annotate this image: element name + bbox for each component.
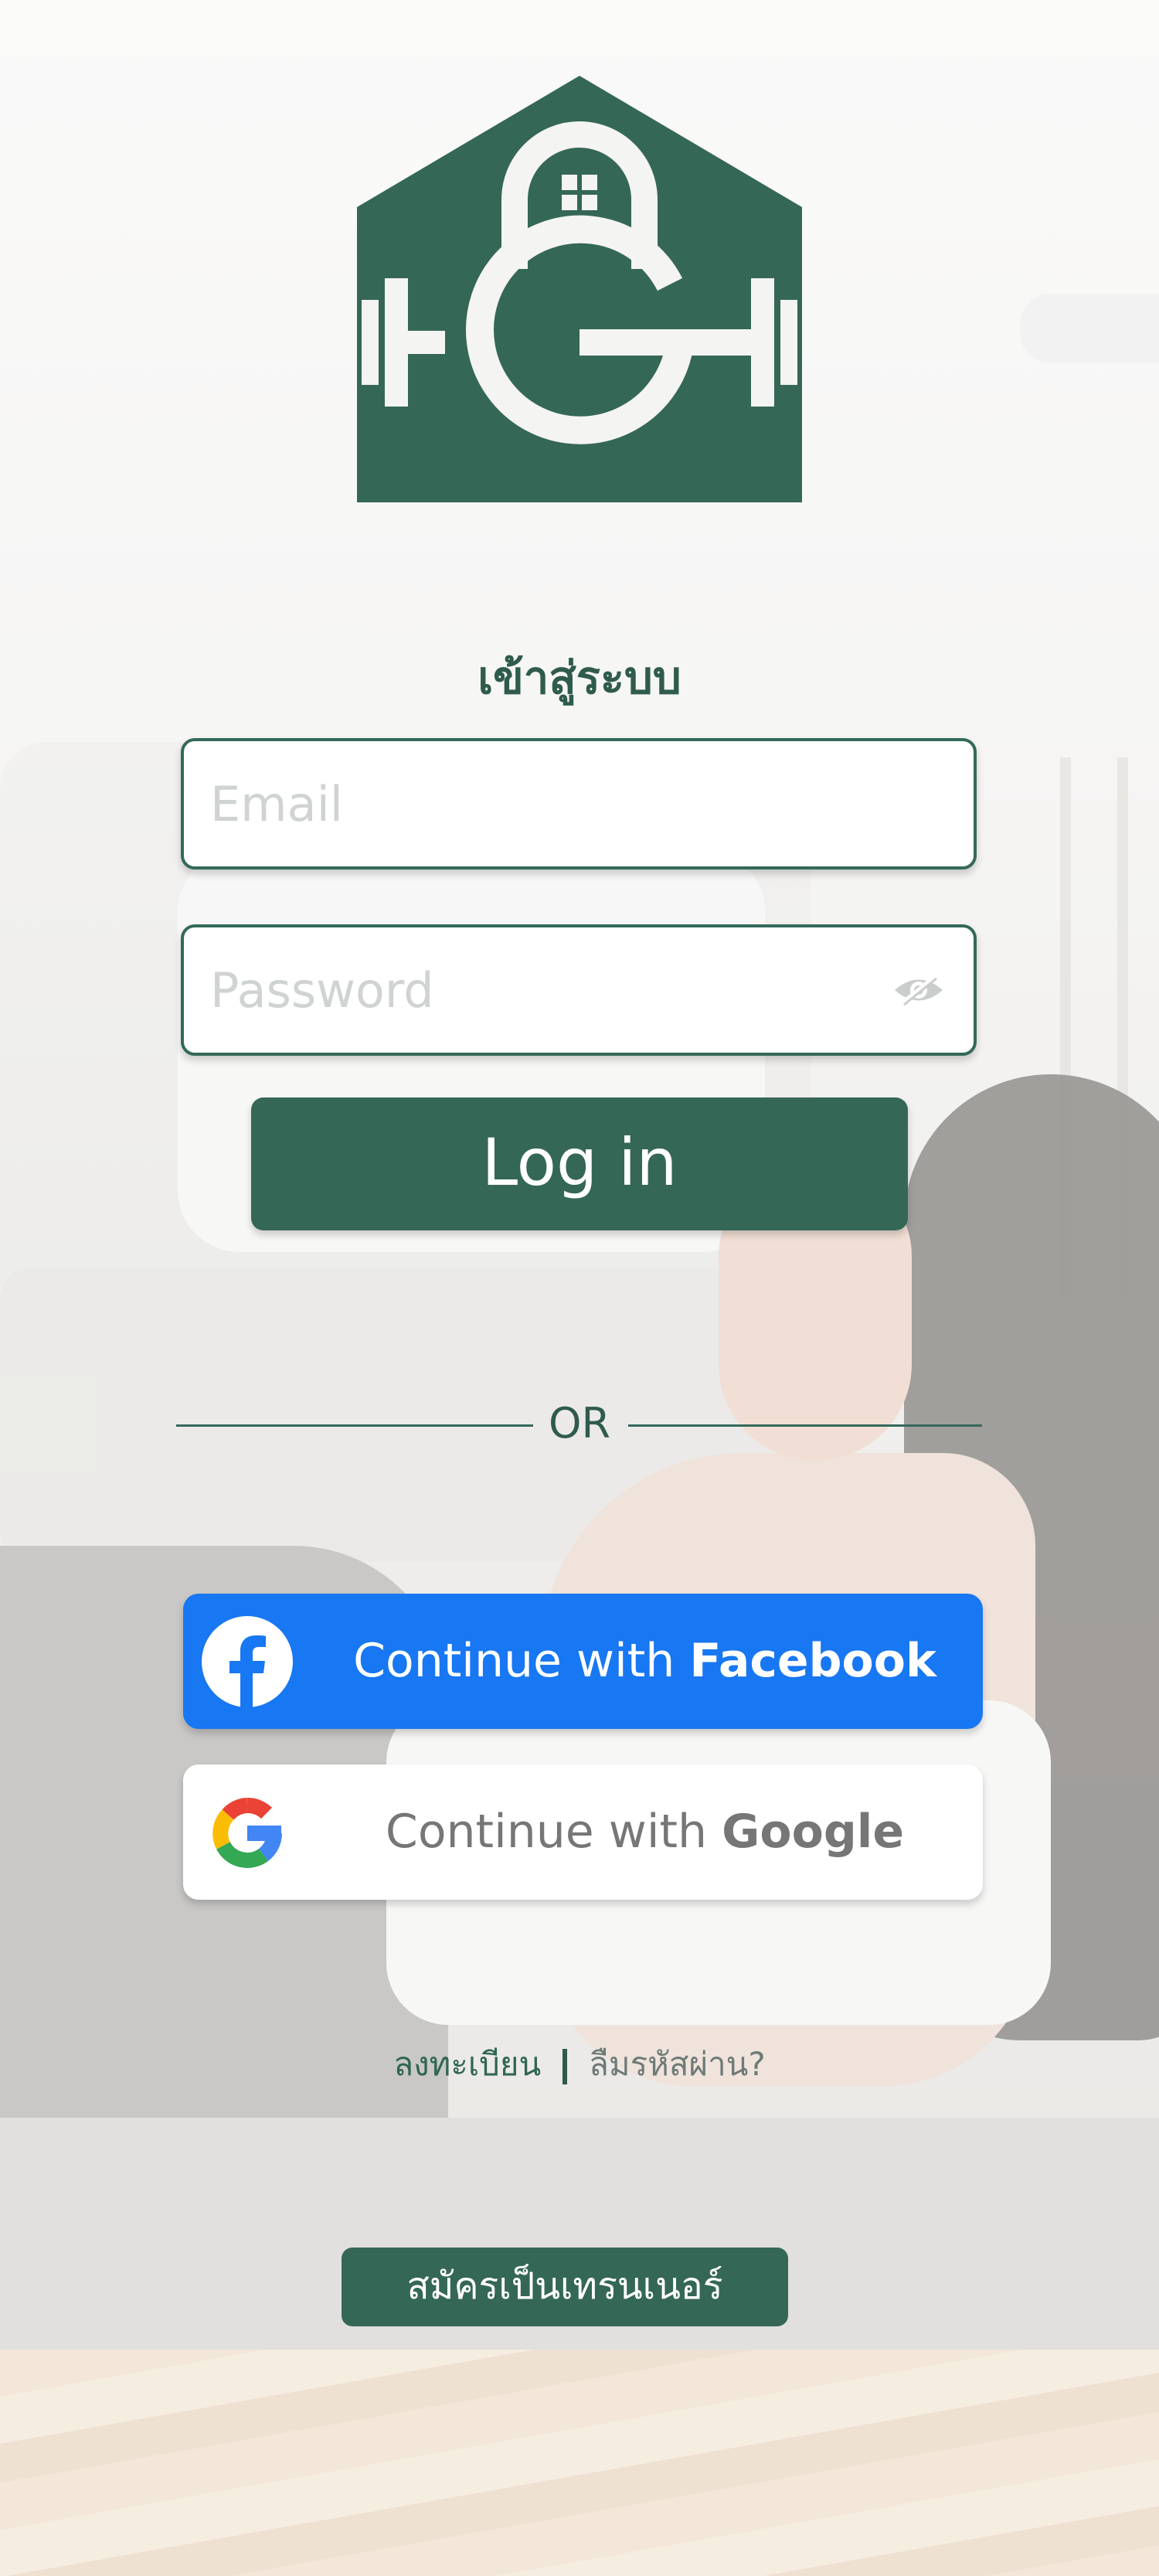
facebook-brand: Facebook	[689, 1634, 936, 1688]
google-button-label: Continue with Google	[322, 1764, 967, 1900]
facebook-button-label: Continue with Facebook	[322, 1594, 967, 1729]
login-button[interactable]: Log in	[251, 1097, 908, 1230]
google-login-button[interactable]: Continue with Google	[183, 1764, 983, 1900]
google-brand: Google	[722, 1805, 905, 1859]
app-logo	[357, 76, 802, 502]
google-icon	[212, 1798, 282, 1868]
email-field[interactable]	[181, 738, 977, 869]
facebook-icon	[202, 1616, 293, 1707]
facebook-prefix: Continue with	[353, 1634, 690, 1688]
divider-right	[628, 1424, 982, 1427]
password-field[interactable]	[181, 924, 977, 1056]
email-input[interactable]	[210, 741, 890, 866]
trainer-signup-button[interactable]: สมัครเป็นเทรนเนอร์	[342, 2248, 788, 2326]
login-title: เข้าสู่ระบบ	[478, 652, 681, 704]
google-prefix: Continue with	[385, 1805, 722, 1859]
forgot-password-link[interactable]: ลืมรหัสผ่าน?	[589, 2045, 766, 2083]
link-separator	[563, 2048, 568, 2084]
or-label: OR	[548, 1399, 611, 1448]
password-input[interactable]	[210, 927, 890, 1053]
divider-left	[176, 1424, 533, 1427]
account-links: ลงทะเบียน ลืมรหัสผ่าน?	[0, 2039, 1159, 2090]
register-link[interactable]: ลงทะเบียน	[393, 2045, 541, 2083]
facebook-login-button[interactable]: Continue with Facebook	[183, 1594, 983, 1729]
eye-slash-icon[interactable]	[892, 972, 946, 1008]
